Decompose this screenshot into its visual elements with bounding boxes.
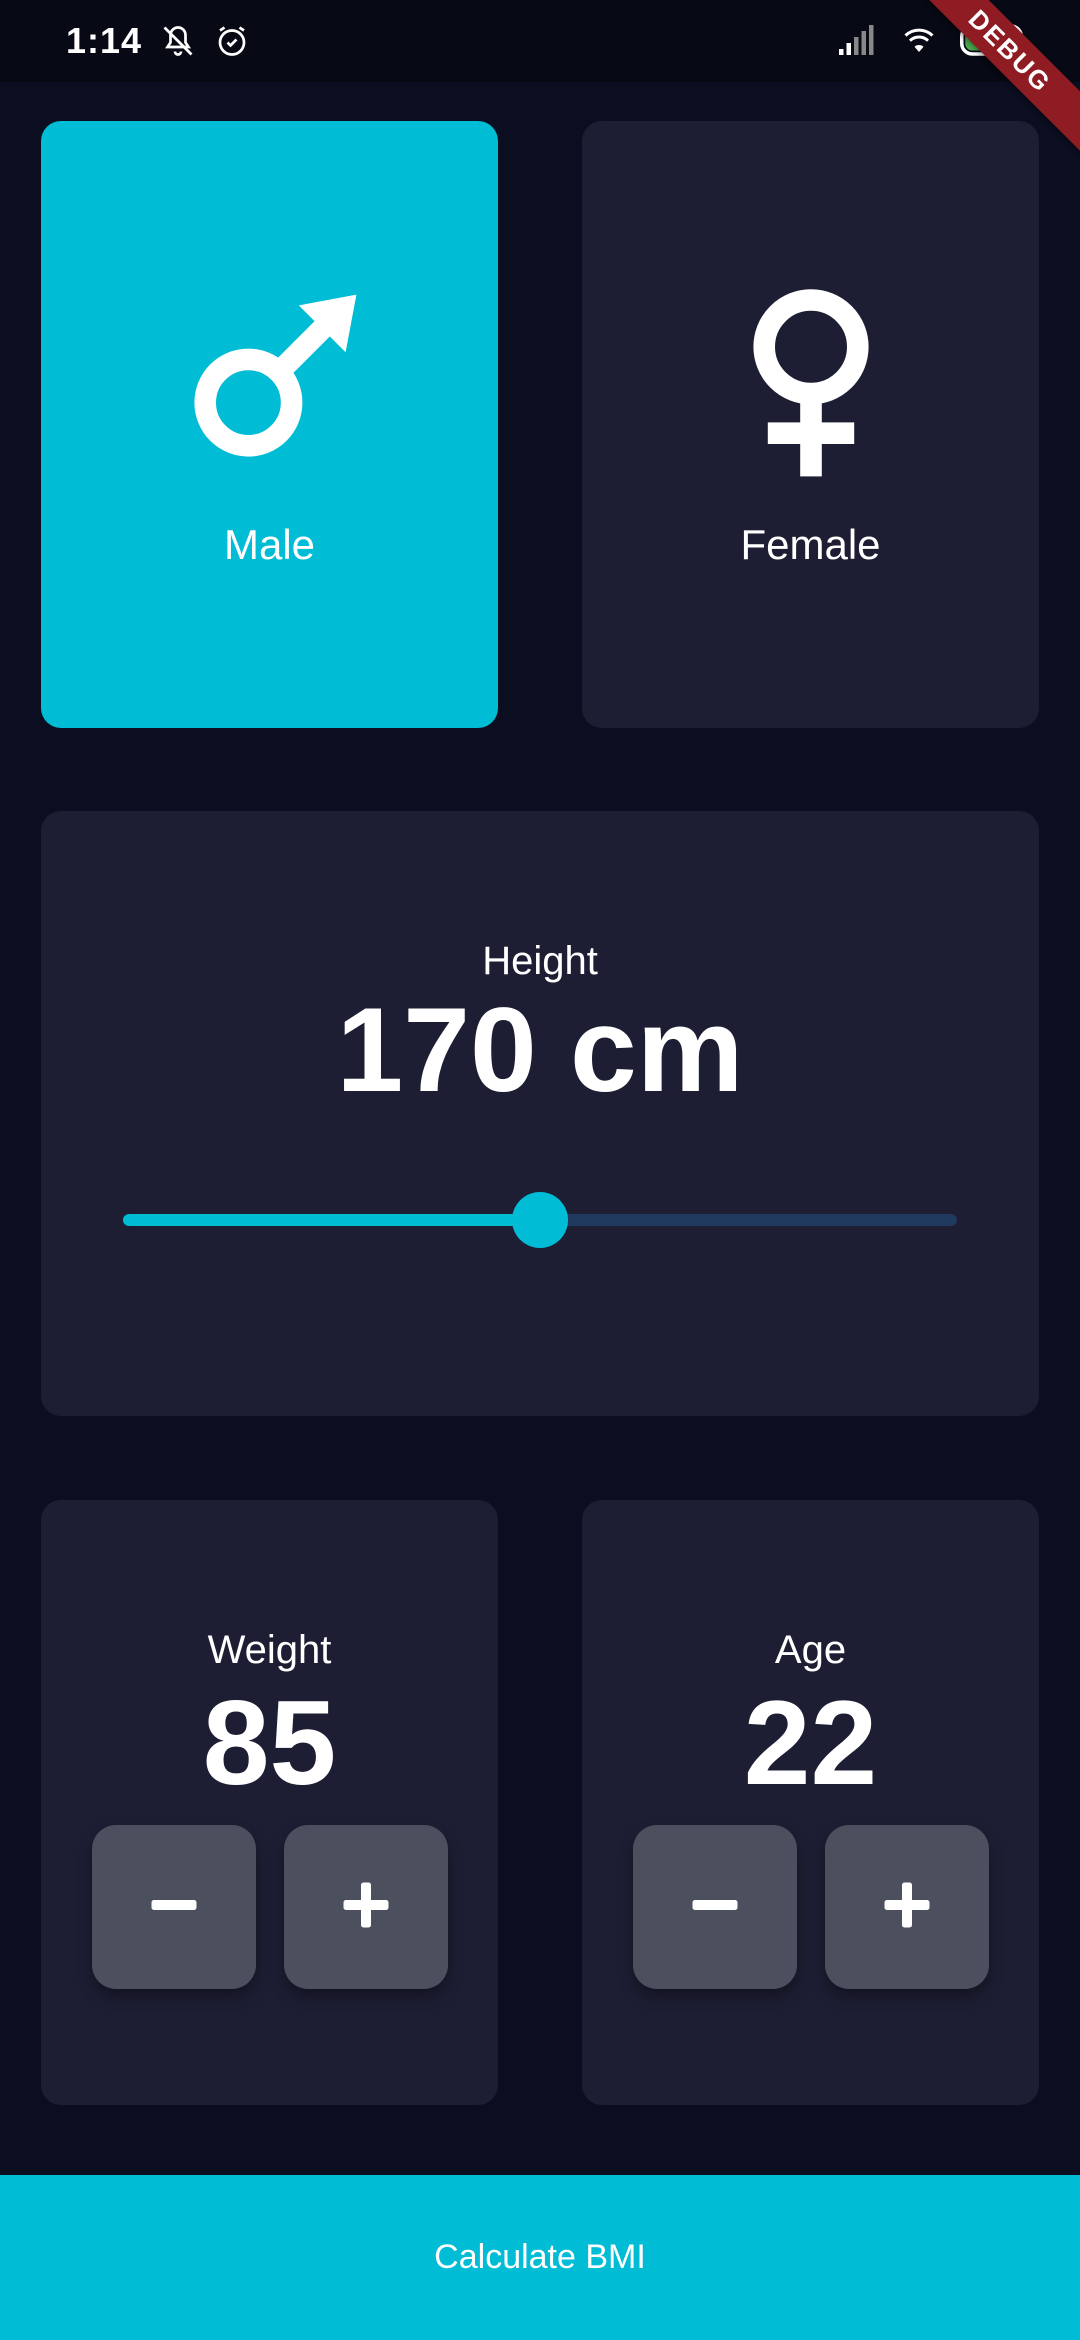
signal-icon xyxy=(836,22,878,58)
male-symbol-icon xyxy=(170,281,370,481)
age-label: Age xyxy=(774,1628,847,1672)
weight-label: Weight xyxy=(207,1628,332,1672)
status-left: 1:14 xyxy=(66,20,250,62)
height-slider[interactable] xyxy=(123,1189,957,1249)
female-label: Female xyxy=(740,520,881,568)
plus-icon xyxy=(877,1875,937,1940)
age-decrement-button[interactable] xyxy=(632,1825,797,1989)
alarm-icon xyxy=(214,23,250,59)
wifi-icon xyxy=(898,22,940,58)
slider-fill xyxy=(123,1214,540,1226)
weight-value: 85 xyxy=(202,1676,337,1810)
male-label: Male xyxy=(223,520,316,568)
bmi-calculator-screen: 1:14 DEBUG Male Female Height 170 cm Wei… xyxy=(0,0,1080,2340)
minus-icon xyxy=(685,1875,745,1940)
male-card[interactable]: Male xyxy=(41,121,498,728)
status-bar: 1:14 xyxy=(0,0,1080,82)
female-symbol-icon xyxy=(711,281,911,481)
minus-icon xyxy=(144,1875,204,1940)
weight-card: Weight 85 xyxy=(41,1500,498,2105)
weight-buttons xyxy=(91,1825,448,1989)
status-time: 1:14 xyxy=(66,20,143,61)
age-increment-button[interactable] xyxy=(824,1825,989,1989)
weight-increment-button[interactable] xyxy=(283,1825,448,1989)
height-card: Height 170 cm xyxy=(41,811,1039,1416)
slider-thumb[interactable] xyxy=(512,1192,568,1248)
calculate-bmi-button[interactable]: Calculate BMI xyxy=(0,2175,1080,2340)
age-buttons xyxy=(632,1825,989,1989)
height-label: Height xyxy=(482,939,598,983)
plus-icon xyxy=(336,1875,396,1940)
weight-decrement-button[interactable] xyxy=(91,1825,256,1989)
female-card[interactable]: Female xyxy=(582,121,1039,728)
age-value: 22 xyxy=(743,1676,878,1810)
height-value: 170 cm xyxy=(336,983,744,1117)
notifications-off-icon xyxy=(160,23,196,59)
age-card: Age 22 xyxy=(582,1500,1039,2105)
